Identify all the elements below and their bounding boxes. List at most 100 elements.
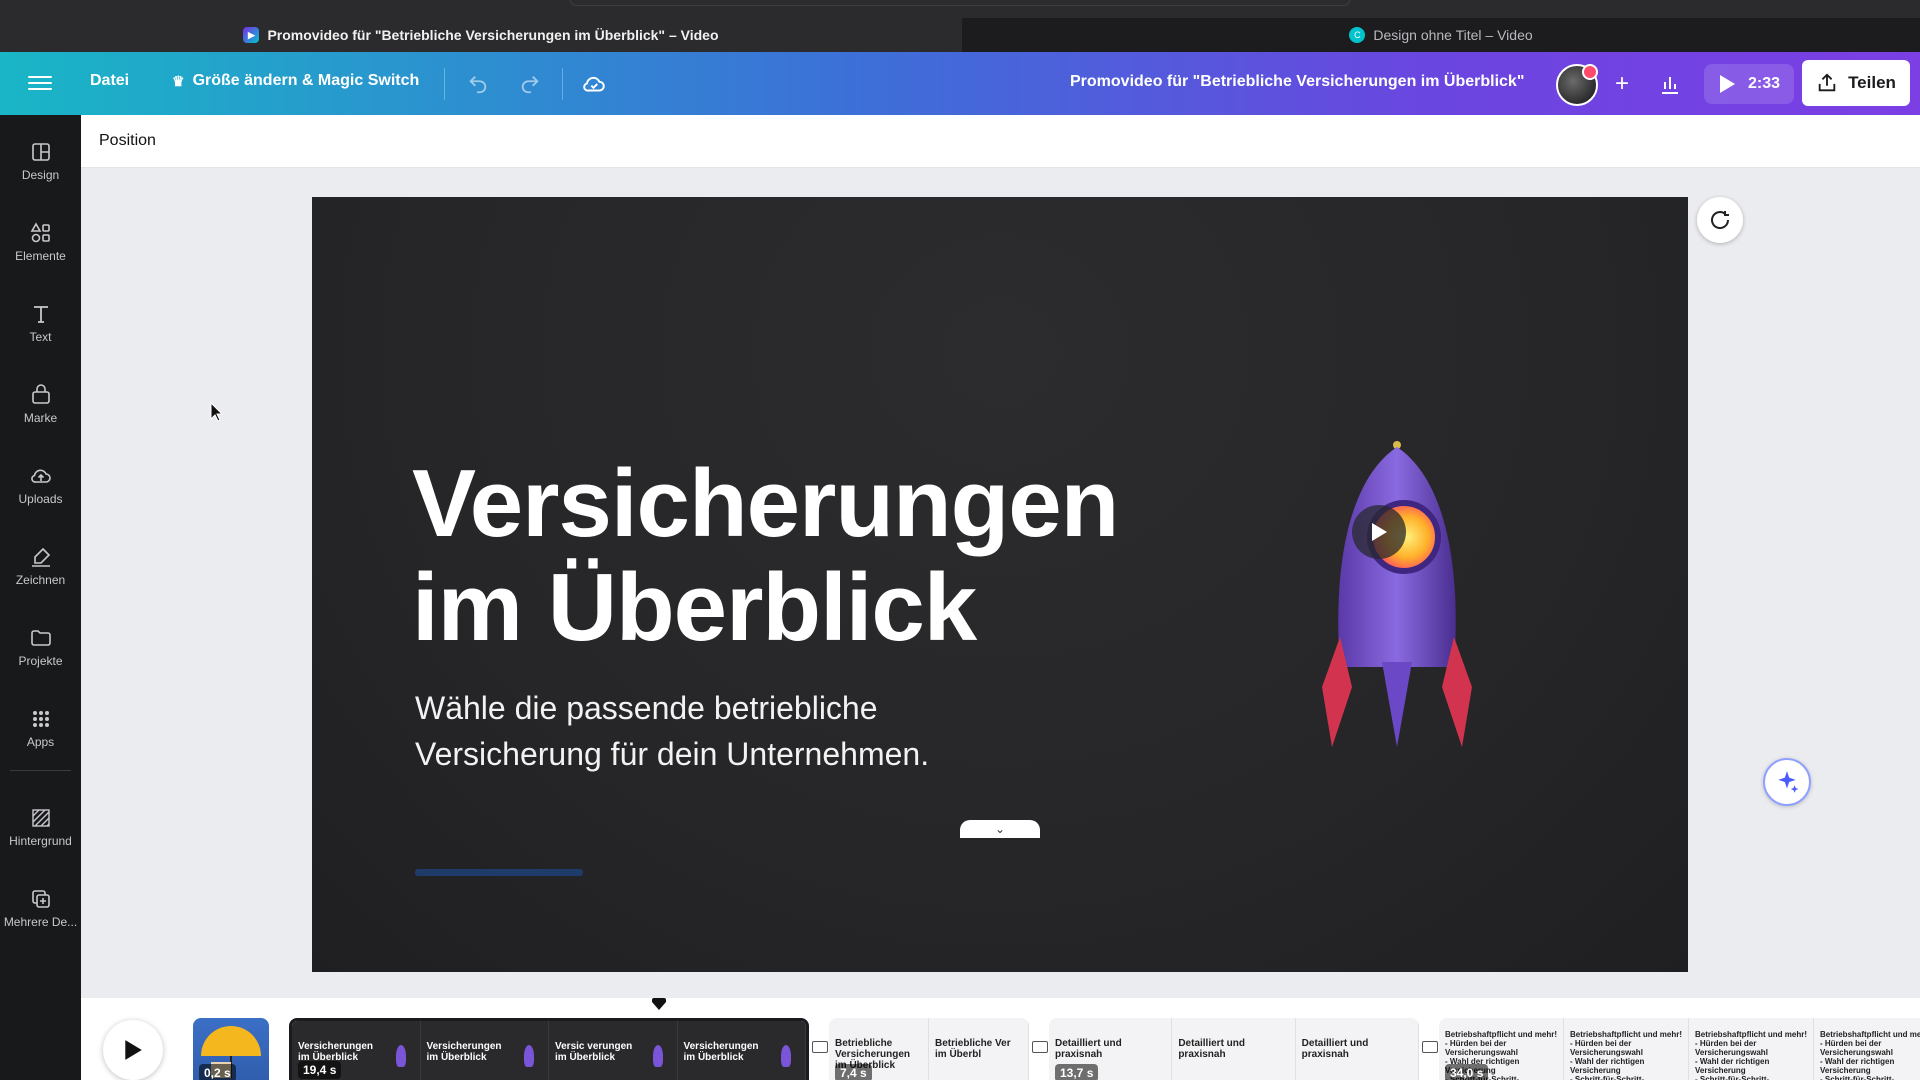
- cloud-check-icon: [583, 76, 605, 92]
- clip-duration: 0,2 s: [199, 1064, 236, 1080]
- position-button[interactable]: Position: [99, 132, 156, 150]
- present-play-button[interactable]: 2:33: [1704, 64, 1795, 104]
- toolbar-divider: [562, 68, 563, 100]
- timeline-clip[interactable]: Detailliert und praxisnah Detailliert un…: [1049, 1018, 1419, 1080]
- timeline-clip[interactable]: Versicherungen im Überblick Versicherung…: [289, 1018, 809, 1080]
- frame-text: Versicherungen im Überblick: [683, 1041, 759, 1063]
- frame-text: Detailliert und praxisnah: [1055, 1038, 1122, 1060]
- rocket-illustration[interactable]: [1322, 437, 1472, 747]
- toolbar-divider: [444, 68, 445, 100]
- sidebar-item-text[interactable]: Text: [0, 287, 81, 359]
- timeline-clip[interactable]: Betriebliche Versicherungen im Überblick…: [829, 1018, 1029, 1080]
- document-title[interactable]: Promovideo für "Betriebliche Versicherun…: [1070, 73, 1524, 91]
- invite-button[interactable]: +: [1604, 66, 1640, 102]
- sidebar-item-apps[interactable]: Apps: [0, 692, 81, 764]
- clip-frame: Betriebshaftpflicht und mehr! - Hürden b…: [1814, 1018, 1920, 1080]
- editor-header: Datei ♛ Größe ändern & Magic Switch Prom…: [0, 52, 1920, 115]
- clip-duration: 13,7 s: [1055, 1064, 1099, 1080]
- transition-button[interactable]: [812, 1041, 828, 1053]
- browser-tab-inactive[interactable]: C Design ohne Titel – Video: [962, 18, 1920, 52]
- clip-frame: Betriebliche Ver im Überbl: [929, 1018, 1029, 1080]
- timeline-clip[interactable]: Betriebshaftpflicht und mehr! - Hürden b…: [1439, 1018, 1920, 1080]
- resize-magic-switch-button[interactable]: ♛ Größe ändern & Magic Switch: [172, 72, 419, 90]
- address-bar-edge: [570, 0, 1350, 6]
- browser-tab-strip: ▶ Promovideo für "Betriebliche Versicher…: [0, 0, 1920, 52]
- share-upload-icon: [1818, 73, 1836, 92]
- refresh-comment-button[interactable]: [1697, 197, 1743, 243]
- refresh-icon: [1711, 211, 1730, 229]
- timeline-play-button[interactable]: [103, 1020, 163, 1080]
- video-duration: 2:33: [1748, 75, 1781, 92]
- clip-frame: Betriebshaftpflicht und mehr! - Hürden b…: [1689, 1018, 1814, 1080]
- slide-title[interactable]: Versicherungen im Überblick: [412, 452, 1312, 660]
- bar-chart-icon: [1662, 77, 1678, 94]
- collapse-timeline-button[interactable]: ⌄: [960, 820, 1040, 838]
- slide-progress-bar: [415, 869, 583, 876]
- clip-thumbnail[interactable]: 0,2 s: [193, 1018, 269, 1080]
- video-tab-icon: ▶: [243, 27, 260, 43]
- redo-button[interactable]: [514, 68, 546, 100]
- folder-icon: [30, 630, 51, 646]
- sidebar-item-label: Elemente: [15, 249, 66, 263]
- play-icon: [125, 1040, 142, 1060]
- plus-icon: +: [1614, 70, 1629, 97]
- clip-duration: 7,4 s: [835, 1064, 872, 1080]
- frame-text: Versicherungen im Überblick: [298, 1041, 374, 1063]
- text-icon: [33, 306, 48, 323]
- browser-tab-title: Design ohne Titel – Video: [1373, 27, 1533, 43]
- browser-tab-active[interactable]: ▶ Promovideo für "Betriebliche Versicher…: [0, 18, 962, 52]
- sidebar-item-multiple-designs[interactable]: Mehrere De...: [0, 872, 81, 944]
- play-icon: [1372, 523, 1387, 541]
- sidebar-item-draw[interactable]: Zeichnen: [0, 530, 81, 602]
- frame-text: Versicherungen im Überblick: [426, 1041, 502, 1063]
- sidebar-item-label: Design: [21, 168, 60, 182]
- slide-canvas[interactable]: Versicherungen im Überblick Wähle die pa…: [312, 197, 1688, 972]
- sidebar-item-elements[interactable]: Elemente: [0, 206, 81, 278]
- brand-icon: [31, 384, 50, 404]
- save-status-button[interactable]: [578, 68, 610, 100]
- sidebar-item-label: Apps: [26, 735, 55, 749]
- sidebar-item-projects[interactable]: Projekte: [0, 611, 81, 683]
- sidebar-item-uploads[interactable]: Uploads: [0, 449, 81, 521]
- hamburger-menu-icon[interactable]: [28, 72, 52, 96]
- apps-grid-icon: [32, 711, 49, 727]
- sidebar-item-label: Text: [29, 330, 52, 344]
- frame-text: Detailliert und praxisnah: [1301, 1038, 1369, 1060]
- context-toolbar: Position: [81, 115, 1920, 168]
- browser-tab-title: Promovideo für "Betriebliche Versicherun…: [267, 27, 719, 43]
- frame-text: Detailliert und praxisnah: [1178, 1038, 1246, 1060]
- clip-duration: 34,0 s: [1445, 1064, 1489, 1080]
- file-menu-button[interactable]: Datei: [90, 72, 129, 90]
- share-button[interactable]: Teilen: [1802, 60, 1910, 106]
- shapes-icon: [30, 222, 50, 243]
- slide-subtitle[interactable]: Wähle die passende betriebliche Versiche…: [415, 685, 1115, 777]
- sidebar-item-label: Projekte: [18, 654, 63, 668]
- magic-assistant-button[interactable]: [1763, 758, 1811, 806]
- sidebar-item-brand[interactable]: Marke: [0, 368, 81, 440]
- clip-frame: Versicherungen im Überblick: [677, 1021, 806, 1080]
- video-play-overlay[interactable]: [1352, 505, 1406, 559]
- play-icon: [1720, 75, 1735, 93]
- sidebar-item-label: Zeichnen: [15, 573, 66, 587]
- sidebar-item-background[interactable]: Hintergrund: [0, 791, 81, 863]
- clip-frame: Versicherungen im Überblick: [420, 1021, 549, 1080]
- transition-button[interactable]: [1422, 1041, 1438, 1053]
- canva-logo-icon: C: [1349, 27, 1366, 43]
- sidebar-item-design[interactable]: Design: [0, 125, 81, 197]
- user-avatar[interactable]: [1556, 64, 1598, 106]
- resize-label: Größe ändern & Magic Switch: [192, 72, 420, 89]
- frame-text: Versic verungen im Überblick: [555, 1041, 633, 1063]
- undo-icon: [469, 76, 487, 94]
- sidebar-divider: [10, 770, 71, 771]
- frame-text: Betriebshaftpflicht und mehr! - Hürden b…: [1570, 1030, 1683, 1080]
- undo-button[interactable]: [462, 68, 494, 100]
- frame-text: Betriebshaftpflicht und mehr! - Hürden b…: [1695, 1030, 1808, 1080]
- draw-icon: [31, 547, 50, 567]
- chevron-down-icon: ⌄: [994, 822, 1006, 836]
- transition-button[interactable]: [1032, 1041, 1048, 1053]
- clip-duration: 19,4 s: [298, 1061, 342, 1079]
- insights-button[interactable]: [1652, 66, 1688, 102]
- clip-frame: Detailliert und praxisnah: [1295, 1018, 1419, 1080]
- playhead-marker[interactable]: [652, 998, 666, 1010]
- cloud-upload-icon: [30, 469, 51, 483]
